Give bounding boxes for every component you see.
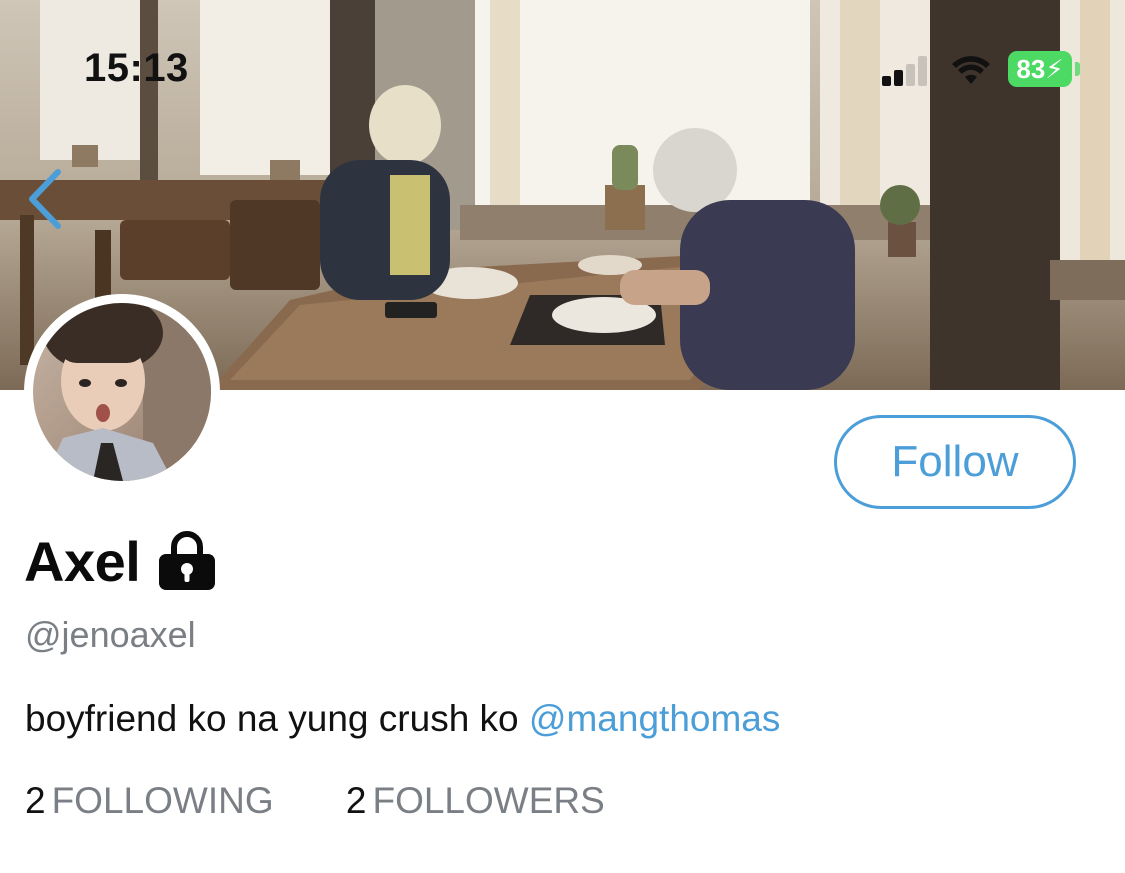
battery-level: 83 — [1016, 54, 1046, 84]
avatar-photo — [43, 303, 211, 481]
profile-screen: 15:13 83⚡ Follow Axel @jenoaxel boyfrien… — [0, 0, 1125, 873]
back-chevron-icon[interactable] — [22, 166, 68, 232]
battery-tip — [1075, 62, 1080, 76]
followers-stat[interactable]: 2 FOLLOWERS — [346, 780, 605, 822]
avatar[interactable] — [24, 294, 220, 490]
profile-bio: boyfriend ko na yung crush ko @mangthoma… — [25, 698, 780, 740]
follow-button[interactable]: Follow — [834, 415, 1076, 509]
profile-name-row: Axel — [24, 526, 218, 596]
cellular-signal-icon — [882, 56, 934, 86]
following-stat[interactable]: 2 FOLLOWING — [25, 780, 274, 822]
status-bar-time: 15:13 — [84, 46, 189, 90]
following-count: 2 — [25, 780, 46, 821]
username-handle: @jenoaxel — [25, 614, 196, 655]
battery-indicator: 83⚡ — [1008, 51, 1072, 87]
followers-count: 2 — [345, 780, 367, 821]
avatar-image — [33, 303, 211, 481]
bio-text: boyfriend ko na yung crush ko — [25, 698, 529, 739]
lock-icon — [159, 531, 216, 590]
followers-label: FOLLOWERS — [372, 780, 605, 821]
profile-stats: 2 FOLLOWING 2 FOLLOWERS — [25, 780, 605, 822]
wifi-icon — [952, 56, 990, 84]
bio-mention-link[interactable]: @mangthomas — [529, 698, 780, 739]
following-label: FOLLOWING — [51, 780, 274, 821]
display-name: Axel — [24, 529, 141, 593]
charging-bolt-icon: ⚡ — [1045, 54, 1064, 84]
